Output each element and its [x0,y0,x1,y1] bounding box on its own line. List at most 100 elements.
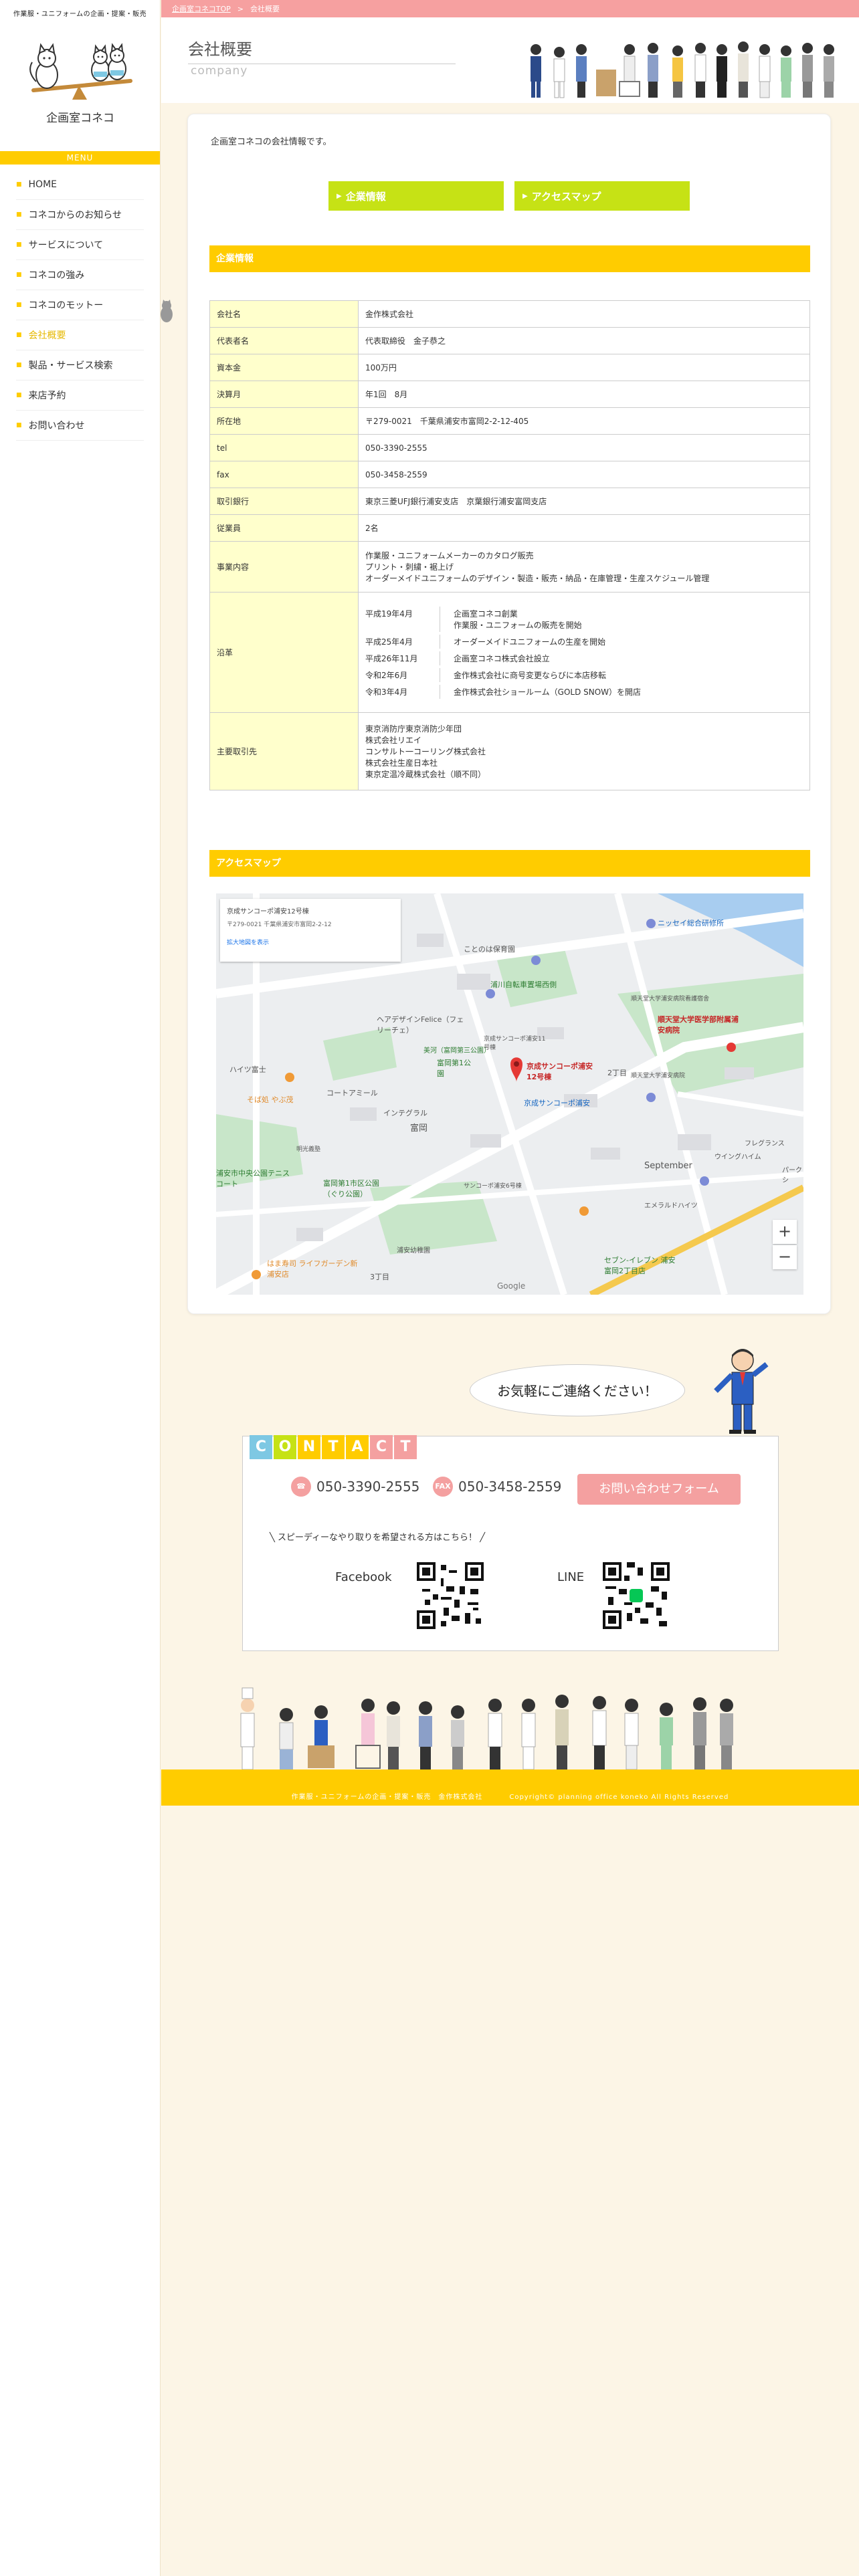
nav-bullet-icon: ■ [16,362,22,368]
map-label: 浦安幼稚園 [397,1247,430,1255]
client-line: コンサルト一コーリング株式会社 [365,747,486,756]
nav-bullet-icon: ■ [16,241,22,248]
company-info-button-label: 企業情報 [345,190,386,203]
nav-item-services[interactable]: ■ サービスについて [16,230,144,260]
access-map[interactable]: 京成サンコーポ浦安12号棟 〒279-0021 千葉県浦安市富岡2-2-12 拡… [216,893,803,1295]
map-label: 浦安市中央公園テニスコート [216,1169,290,1188]
map-label: コートアミール [326,1089,378,1097]
history-date: 平成25年4月 [365,634,440,649]
row-key: 沿革 [209,592,359,713]
sidebar-nav: ■ HOME ■ コネコからのお知らせ ■ サービスについて ■ コネコの強み ■ コネコ… [16,170,144,441]
history-text: 金作株式会社に商号変更ならびに本店移転 [454,670,607,680]
map-label: ニッセイ総合研修所 [658,919,724,928]
nav-item-reservation[interactable]: ■ 来店予約 [16,381,144,411]
facebook-qr-icon[interactable] [417,1561,484,1630]
map-label: ハイツ富士 [229,1065,266,1074]
history-item: 平成25年4月 オーダーメイドユニフォームの生産を開始 [365,634,803,649]
nav-bullet-icon: ■ [16,211,22,218]
map-label: 京成サンコーポ浦安11号棟 [484,1036,546,1051]
history-line: 企画室コネコ創業 [454,609,518,619]
access-section-title: アクセスマップ [209,850,810,877]
google-logo: Google [497,1281,526,1291]
access-map-button-label: アクセスマップ [531,190,601,203]
site-logo[interactable]: 企画室コネコ [0,18,161,128]
history-date: 平成19年4月 [365,606,440,632]
line-qr-icon[interactable] [603,1561,670,1630]
speedy-text: ╲ スピーディーなやり取りを希望される方はこちら！ ╱ [270,1530,485,1543]
breadcrumb: 企画室コネコTOP > 会社概要 [161,0,859,17]
map-label: 順天堂大学浦安病院看護宿舎 [631,996,710,1002]
business-line: オーダーメイドユニフォームのデザイン・製造・販売・納品・在庫管理・生産スケジュー… [365,574,710,583]
map-label: 3丁目 [370,1273,389,1281]
map-label: 京成サンコーポ浦安 [524,1099,590,1107]
nav-item-label: 来店予約 [28,391,66,401]
client-line: 株式会社リエイ [365,736,422,745]
page-subtitle: company [191,64,248,78]
map-label: 順天堂大学医学部附属浦安病院 [658,1015,739,1035]
client-line: 株式会社生産日本社 [365,758,438,768]
map-label: そば処 やぶ茂 [247,1095,294,1104]
history-text: 企画室コネコ創業 作業服・ユニフォームの販売を開始 [440,607,595,632]
row-key: 主要取引先 [209,712,359,790]
table-row: 従業員 2名 [209,514,810,542]
client-line: 東京消防庁東京消防少年団 [365,724,462,734]
row-key: 事業内容 [209,541,359,593]
map-label: ことのは保育園 [464,945,515,954]
nav-item-search[interactable]: ■ 製品・サービス検索 [16,350,144,381]
table-row: 主要取引先 東京消防庁東京消防少年団 株式会社リエイ コンサルト一コーリング株式… [209,712,810,790]
map-label: パークシ [782,1167,802,1184]
map-zoom-in-button[interactable]: + [773,1220,797,1244]
map-zoom-out-button[interactable]: − [773,1245,797,1269]
contact-title-letter: C [250,1435,272,1459]
page-title: 会社概要 [188,36,456,64]
nav-bullet-icon: ■ [16,422,22,429]
nav-item-news[interactable]: ■ コネコからのお知らせ [16,200,144,230]
breadcrumb-home-link[interactable]: 企画室コネコTOP [172,3,231,14]
contact-box: C O N T A C T ☎ 050-3390-2555 FAX 050-34… [242,1435,779,1651]
nav-bullet-icon: ■ [16,392,22,399]
contact-title-letter: O [274,1435,296,1459]
nav-bullet-icon: ■ [16,302,22,308]
nav-item-label: コネコのモットー [28,300,104,311]
company-info-button[interactable]: ▶ 企業情報 [328,181,504,211]
nav-item-strengths[interactable]: ■ コネコの強み [16,260,144,290]
history-item: 平成26年11月 企画室コネコ株式会社設立 [365,651,803,665]
nav-item-label: サービスについて [28,240,104,251]
contact-title-letter: N [298,1435,320,1459]
contact-title: C O N T A C T [250,1435,418,1459]
table-row: 事業内容 作業服・ユニフォームメーカーのカタログ販売 プリント・刺繍・裾上げ オ… [209,541,810,593]
map-label: 明光義塾 [296,1146,321,1153]
table-row: 会社名 金作株式会社 [209,300,810,328]
access-map-button[interactable]: ▶ アクセスマップ [514,181,690,211]
nav-item-motto[interactable]: ■ コネコのモットー [16,290,144,320]
nav-item-company[interactable]: ■ 会社概要 [16,320,144,350]
company-card: 企画室コネコの会社情報です。 ▶ 企業情報 ▶ アクセスマップ 企業情報 会社名… [187,114,831,1314]
map-info-card: 京成サンコーポ浦安12号棟 〒279-0021 千葉県浦安市富岡2-2-12 拡… [220,899,401,962]
map-label: 富岡第1市区公園（ぐり公園） [323,1179,379,1198]
tel-number: 050-3390-2555 [316,1479,420,1495]
map-label: フレグランス [745,1140,785,1148]
slash-icon: ╲ [270,1533,278,1543]
history-text: 金作株式会社ショールーム（GOLD SNOW）を開店 [454,687,642,697]
tel-link[interactable]: ☎ 050-3390-2555 [291,1477,419,1497]
table-row: 決算月 年1回 8月 [209,381,810,408]
nav-item-home[interactable]: ■ HOME [16,170,144,200]
contact-title-letter: T [322,1435,345,1459]
map-label: 順天堂大学浦安病院 [631,1073,686,1079]
map-enlarge-link[interactable]: 拡大地図を表示 [227,938,394,946]
row-key: 決算月 [209,381,359,408]
contact-form-button[interactable]: お問い合わせフォーム [577,1474,741,1505]
row-value: 050-3390-2555 [358,434,810,461]
map-label: 京成サンコーポ浦安12号棟 [527,1062,593,1081]
map-label: 美河（富岡第三公園） [423,1047,490,1055]
map-label: ウイングハイム [714,1154,761,1161]
row-value: 金作株式会社 [358,300,810,328]
row-key: tel [209,434,359,461]
footer: 作業服・ユニフォームの企画・提案・販売 金作株式会社 Copyright© pla… [161,1790,859,1806]
nav-item-contact[interactable]: ■ お問い合わせ [16,411,144,441]
peeking-cat-icon [161,300,173,322]
menu-label: MENU [0,151,160,165]
facebook-label: Facebook [335,1570,392,1584]
site-name: 企画室コネコ [46,112,114,125]
row-value: 2名 [358,514,810,542]
